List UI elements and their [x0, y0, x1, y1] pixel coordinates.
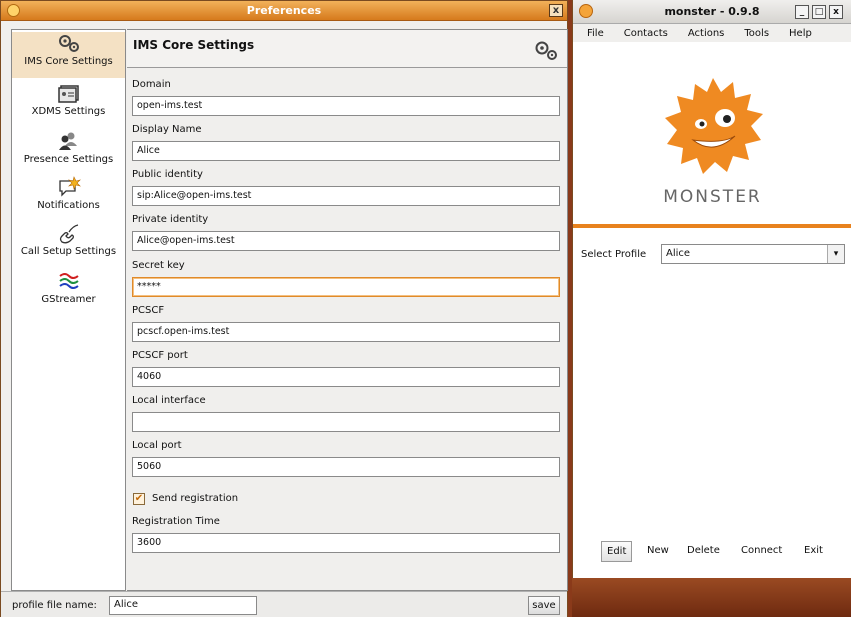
registration-time-label: Registration Time [132, 516, 220, 527]
select-profile-label: Select Profile [581, 249, 647, 260]
monster-window: monster - 0.9.8 _ □ x File Contacts Acti… [572, 0, 851, 578]
sidebar-item-presence[interactable]: Presence Settings [12, 130, 125, 176]
speech-burst-icon [58, 176, 81, 197]
sidebar-item-label: IMS Core Settings [24, 56, 113, 67]
menu-tools[interactable]: Tools [744, 28, 769, 39]
monster-app-icon [579, 4, 593, 18]
secret-key-field[interactable]: ***** [132, 277, 560, 297]
monster-logo-icon [665, 78, 763, 174]
profile-file-label: profile file name: [12, 600, 97, 611]
monster-title: monster - 0.9.8 [664, 5, 760, 18]
save-button[interactable]: save [528, 596, 560, 615]
page-title: IMS Core Settings [133, 38, 255, 52]
edit-button[interactable]: Edit [601, 541, 633, 562]
sidebar-item-label: Call Setup Settings [20, 246, 117, 257]
preferences-titlebar[interactable]: Preferences x [1, 1, 567, 21]
sidebar-item-gstreamer[interactable]: GStreamer [12, 270, 125, 316]
menu-help[interactable]: Help [789, 28, 812, 39]
preferences-window: Preferences x IMS Core Settings XDMS Set… [0, 0, 568, 617]
action-bar: Edit New Delete Connect Exit [573, 540, 851, 564]
menu-actions[interactable]: Actions [688, 28, 725, 39]
connect-button[interactable]: Connect [741, 545, 782, 556]
app-logo-icon [7, 4, 20, 17]
wave-lines-icon [58, 273, 79, 289]
display-name-field[interactable]: Alice [132, 141, 560, 161]
menu-contacts[interactable]: Contacts [624, 28, 668, 39]
send-registration-checkbox[interactable]: ✔ [133, 493, 145, 505]
exit-button[interactable]: Exit [804, 545, 823, 556]
public-identity-label: Public identity [132, 169, 203, 180]
public-identity-field[interactable]: sip:Alice@open-ims.test [132, 186, 560, 206]
settings-panel: IMS Core Settings Domain open-ims.test D… [127, 29, 568, 591]
local-interface-field[interactable] [132, 412, 560, 432]
chevron-down-icon[interactable]: ▾ [827, 245, 844, 263]
settings-header: IMS Core Settings [127, 30, 567, 68]
sidebar-item-notifications[interactable]: Notifications [12, 176, 125, 222]
private-identity-label: Private identity [132, 214, 209, 225]
pcscf-field[interactable]: pcscf.open-ims.test [132, 322, 560, 342]
profile-file-field[interactable]: Alice [109, 596, 257, 615]
gears-icon [58, 35, 79, 52]
sidebar-item-label: GStreamer [41, 294, 96, 305]
delete-button[interactable]: Delete [687, 545, 720, 556]
local-port-field[interactable]: 5060 [132, 457, 560, 477]
close-icon[interactable]: x [549, 4, 563, 17]
monster-titlebar[interactable]: monster - 0.9.8 _ □ x [573, 0, 851, 24]
phone-handset-icon [59, 224, 78, 244]
sidebar-item-label: Presence Settings [23, 154, 114, 165]
desktop-background [572, 578, 851, 617]
pcscf-port-field[interactable]: 4060 [132, 367, 560, 387]
pcscf-port-label: PCSCF port [132, 350, 188, 361]
preferences-title: Preferences [246, 4, 322, 17]
display-name-label: Display Name [132, 124, 202, 135]
secret-key-label: Secret key [132, 260, 185, 271]
profile-select-value: Alice [666, 248, 691, 259]
domain-label: Domain [132, 79, 171, 90]
maximize-icon[interactable]: □ [812, 5, 826, 19]
profile-select[interactable]: Alice ▾ [661, 244, 845, 264]
pcscf-label: PCSCF [132, 305, 165, 316]
preferences-footer: profile file name: Alice save [1, 591, 567, 617]
local-port-label: Local port [132, 440, 182, 451]
new-button[interactable]: New [647, 545, 669, 556]
sidebar-item-label: Notifications [37, 200, 100, 211]
local-interface-label: Local interface [132, 395, 206, 406]
accent-divider [573, 224, 851, 228]
close-icon[interactable]: x [829, 5, 843, 19]
sidebar-item-label: XDMS Settings [31, 106, 106, 117]
gears-icon [535, 41, 557, 60]
registration-time-field[interactable]: 3600 [132, 533, 560, 553]
people-icon [58, 132, 77, 150]
domain-field[interactable]: open-ims.test [132, 96, 560, 116]
menu-file[interactable]: File [587, 28, 604, 39]
contact-card-icon [57, 85, 79, 103]
preferences-sidebar: IMS Core Settings XDMS Settings Presence… [11, 29, 126, 591]
sidebar-item-ims-core[interactable]: IMS Core Settings [12, 32, 125, 78]
sidebar-item-xdms[interactable]: XDMS Settings [12, 82, 125, 128]
logo-text: MONSTER [663, 187, 762, 207]
monster-menubar: File Contacts Actions Tools Help [573, 24, 851, 42]
private-identity-field[interactable]: Alice@open-ims.test [132, 231, 560, 251]
minimize-icon[interactable]: _ [795, 5, 809, 19]
send-registration-label: Send registration [152, 493, 239, 504]
sidebar-item-call-setup[interactable]: Call Setup Settings [12, 222, 125, 268]
